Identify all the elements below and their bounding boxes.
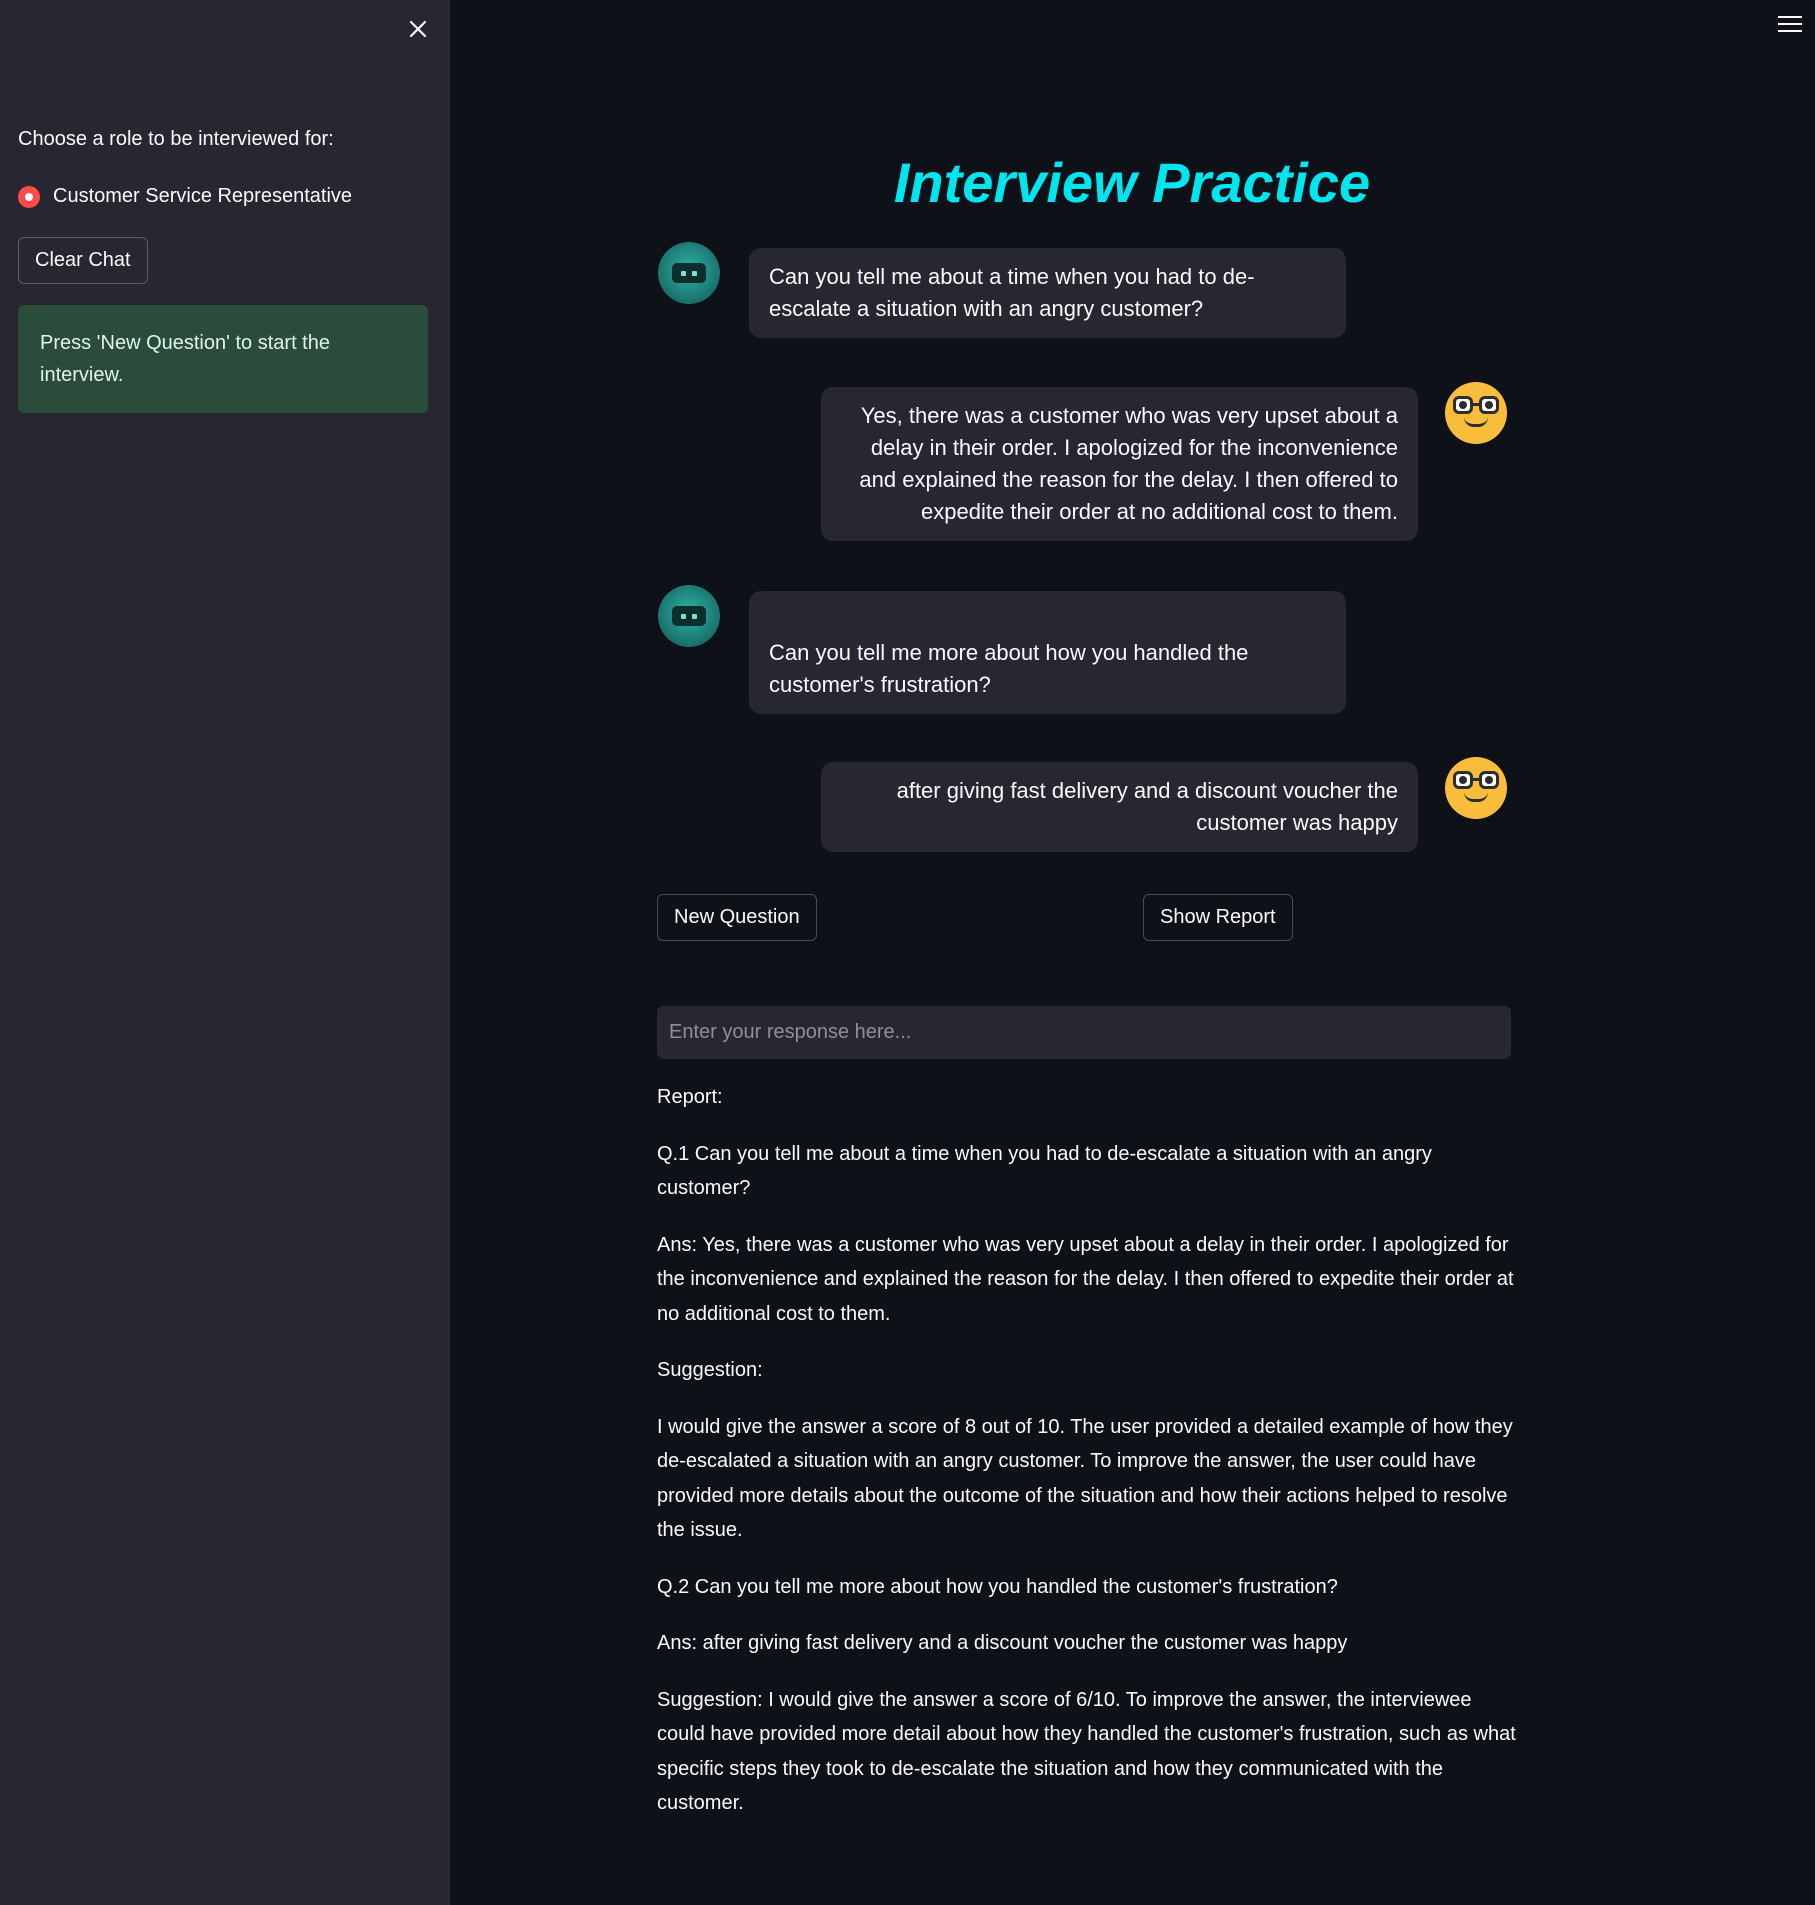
main-menu-button[interactable]	[1778, 16, 1802, 36]
radio-selected-icon[interactable]	[18, 185, 40, 208]
page-title: Interview Practice	[893, 151, 1371, 214]
role-radio-customer-service[interactable]: Customer Service Representative	[18, 185, 352, 208]
response-input[interactable]	[657, 1006, 1511, 1059]
role-radio-label: Customer Service Representative	[53, 185, 353, 207]
report-suggestion-heading: Suggestion:	[657, 1359, 763, 1381]
report-answer-2: Ans: after giving fast delivery and a di…	[657, 1632, 1348, 1654]
nerd-face-avatar-icon	[1445, 382, 1507, 444]
nerd-face-avatar-icon	[1445, 757, 1507, 819]
report-question-2: Q.2 Can you tell me more about how you h…	[657, 1575, 1338, 1598]
robot-avatar-icon	[658, 242, 720, 304]
bot-message: Can you tell me about a time when you ha…	[749, 248, 1346, 338]
close-sidebar-button[interactable]	[403, 14, 433, 44]
report-section: Report: Q.1 Can you tell me about a time…	[657, 1080, 1517, 1843]
role-select-label: Choose a role to be interviewed for:	[18, 128, 334, 150]
user-message: Yes, there was a customer who was very u…	[821, 387, 1418, 541]
report-answer-1: Ans: Yes, there was a customer who was v…	[657, 1233, 1514, 1325]
clear-chat-button[interactable]: Clear Chat	[18, 237, 148, 284]
close-icon	[409, 20, 427, 38]
info-message: Press 'New Question' to start the interv…	[18, 305, 428, 413]
robot-avatar-icon	[658, 585, 720, 647]
new-question-button[interactable]: New Question	[657, 894, 817, 941]
report-suggestion-2: Suggestion: I would give the answer a sc…	[657, 1688, 1516, 1815]
hamburger-menu-icon	[1778, 16, 1802, 32]
sidebar: Choose a role to be interviewed for: Cus…	[0, 0, 450, 1905]
user-message: after giving fast delivery and a discoun…	[821, 762, 1418, 852]
report-question-1: Q.1 Can you tell me about a time when yo…	[657, 1142, 1432, 1200]
report-heading: Report:	[657, 1086, 723, 1108]
bot-message: Can you tell me more about how you handl…	[749, 591, 1346, 714]
show-report-button[interactable]: Show Report	[1143, 894, 1293, 941]
report-suggestion-1: I would give the answer a score of 8 out…	[657, 1415, 1513, 1542]
